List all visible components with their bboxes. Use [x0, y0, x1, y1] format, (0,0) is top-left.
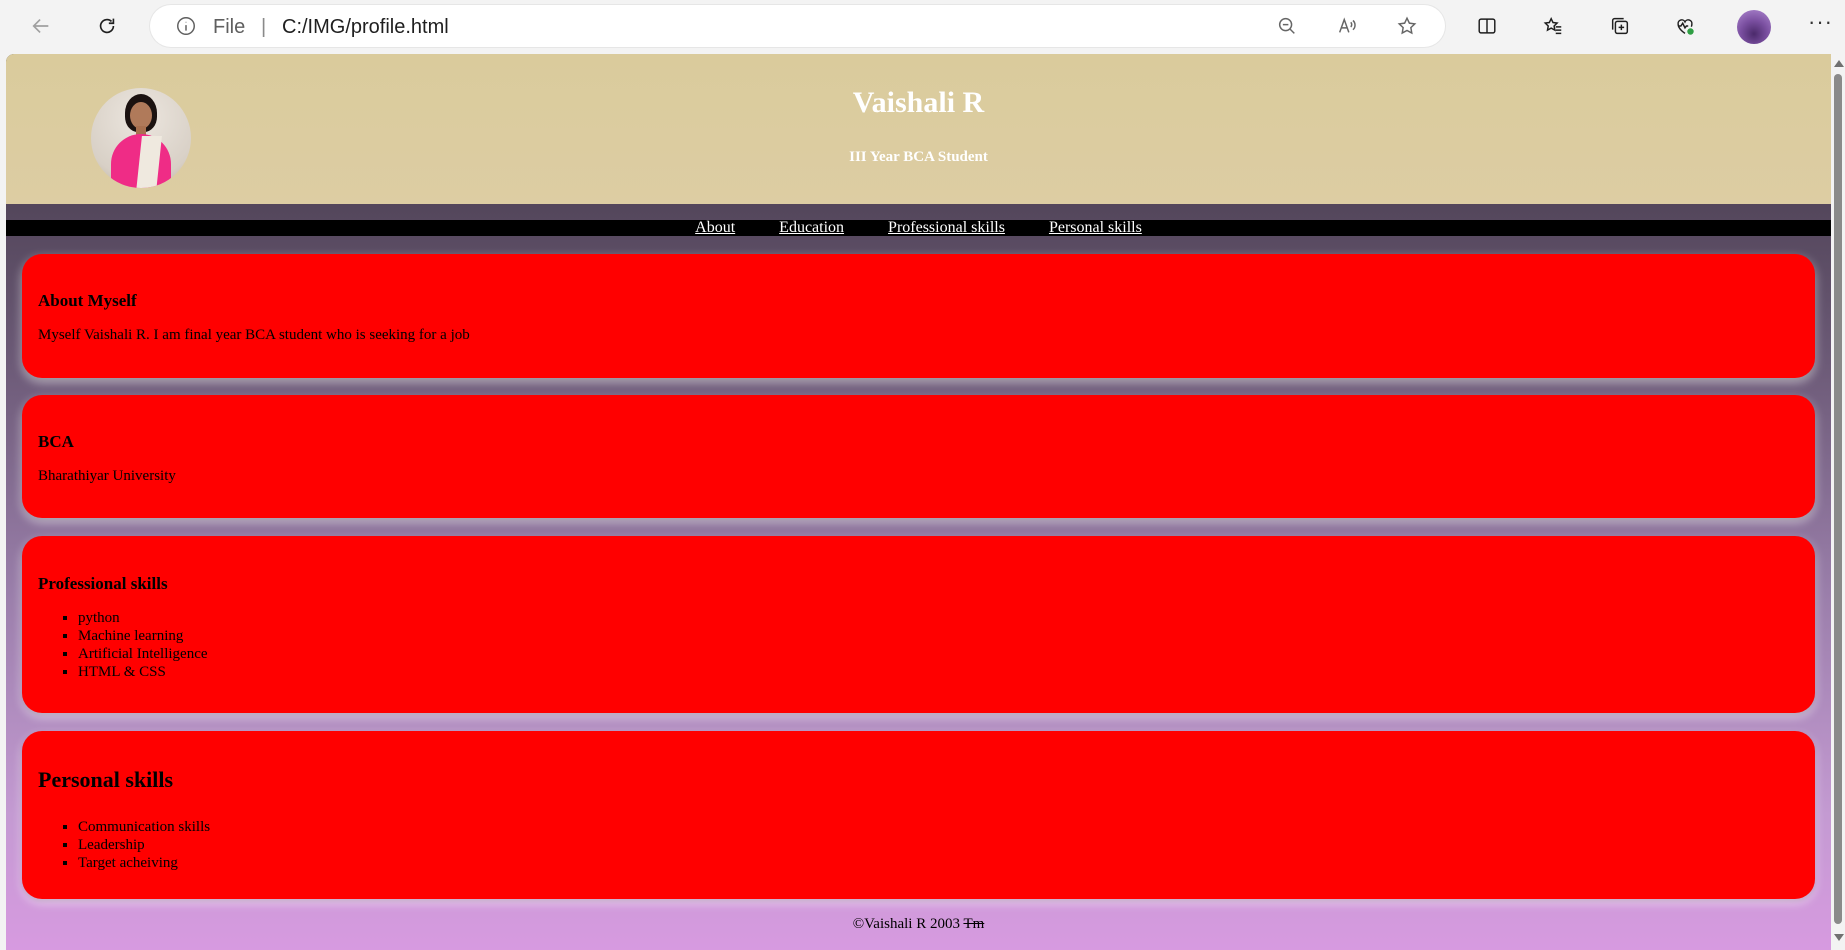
site-nav: About Education Professional skills Pers…	[6, 220, 1831, 236]
split-screen-icon[interactable]	[1470, 9, 1504, 43]
page-subtitle: III Year BCA Student	[849, 149, 988, 165]
list-item: Machine learning	[78, 627, 208, 645]
nav-link-education[interactable]: Education	[779, 219, 844, 236]
favorite-star-icon[interactable]	[1395, 14, 1419, 38]
refresh-icon[interactable]	[90, 9, 124, 43]
read-aloud-icon[interactable]	[1335, 14, 1359, 38]
browser-essentials-icon[interactable]	[1668, 9, 1702, 43]
nav-link-personal-skills[interactable]: Personal skills	[1049, 219, 1142, 236]
about-heading: About Myself	[38, 291, 137, 310]
scroll-up-arrow-icon[interactable]	[1834, 60, 1844, 67]
list-item: python	[78, 609, 208, 627]
nav-link-about[interactable]: About	[695, 219, 735, 236]
vertical-scrollbar[interactable]	[1832, 54, 1845, 950]
personal-skills-heading: Personal skills	[38, 767, 174, 792]
personal-skills-card: Personal skills Communication skills Lea…	[22, 731, 1815, 899]
list-item: HTML & CSS	[78, 663, 208, 681]
back-icon[interactable]	[24, 9, 58, 43]
url-text[interactable]: C:/IMG/profile.html	[282, 16, 449, 39]
url-scheme: File	[213, 16, 246, 38]
personal-skills-list: Communication skills Leadership Target a…	[78, 818, 210, 872]
info-icon[interactable]	[175, 15, 197, 37]
page-title: Vaishali R	[852, 86, 985, 119]
professional-skills-card: Professional skills python Machine learn…	[22, 536, 1815, 713]
list-item: Communication skills	[78, 818, 210, 836]
about-text: Myself Vaishali R. I am final year BCA s…	[38, 327, 470, 343]
page-viewport: Vaishali R III Year BCA Student About Ed…	[6, 54, 1831, 950]
site-header: Vaishali R III Year BCA Student	[6, 54, 1831, 204]
address-bar[interactable]: File | C:/IMG/profile.html	[150, 5, 1445, 47]
site-footer: ©Vaishali R 2003 Tm	[6, 916, 1831, 933]
list-item: Leadership	[78, 836, 210, 854]
education-card: BCA Bharathiyar University	[22, 395, 1815, 518]
collections-icon[interactable]	[1603, 9, 1637, 43]
list-item: Artificial Intelligence	[78, 645, 208, 663]
footer-text: ©Vaishali R 2003	[852, 916, 964, 932]
scroll-down-arrow-icon[interactable]	[1834, 934, 1844, 941]
nav-link-professional-skills[interactable]: Professional skills	[888, 219, 1005, 236]
browser-toolbar: File | C:/IMG/profile.html ···	[0, 0, 1845, 52]
favorites-icon[interactable]	[1536, 9, 1570, 43]
footer-trademark: Tm	[963, 916, 985, 932]
education-heading: BCA	[38, 432, 74, 451]
more-icon[interactable]: ···	[1808, 9, 1833, 35]
about-card: About Myself Myself Vaishali R. I am fin…	[22, 254, 1815, 378]
professional-skills-heading: Professional skills	[38, 574, 168, 593]
list-item: Target acheiving	[78, 854, 210, 872]
professional-skills-list: python Machine learning Artificial Intel…	[78, 609, 208, 681]
zoom-out-icon[interactable]	[1275, 14, 1299, 38]
url-separator: |	[261, 16, 267, 38]
education-text: Bharathiyar University	[38, 468, 176, 484]
scroll-thumb[interactable]	[1834, 74, 1842, 924]
profile-avatar[interactable]	[1737, 10, 1771, 44]
